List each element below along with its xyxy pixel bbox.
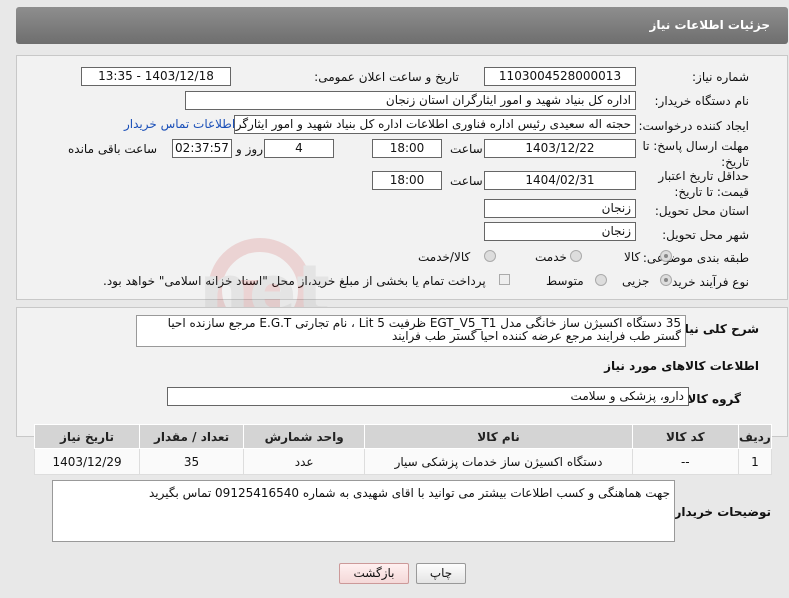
col-item-code: کد کالا <box>631 424 739 449</box>
deadline-label-text: مهلت ارسال پاسخ: تا تاریخ: <box>642 139 749 169</box>
buyer-field: اداره کل بنیاد شهید و امور ایثارگران است… <box>185 91 636 110</box>
validity-label: حداقل تاریخ اعتبار قیمت: تا تاریخ: <box>629 168 749 200</box>
cell-need-date: 1403/12/29 <box>33 448 141 475</box>
province-label: استان محل تحویل: <box>654 204 749 218</box>
remaining-label: ساعت باقی مانده <box>68 142 158 156</box>
city-field: زنجان <box>484 222 636 241</box>
province-field: زنجان <box>484 199 636 218</box>
buyer-notes-field: جهت هماهنگی و کسب اطلاعات بیشتر می توانی… <box>52 480 675 542</box>
need-number-field: 1103004528000013 <box>484 67 636 86</box>
goods-section-title: اطلاعات کالاهای مورد نیاز <box>604 359 759 373</box>
col-unit: واحد شمارش <box>243 424 366 449</box>
creator-label: ایجاد کننده درخواست: <box>638 119 749 133</box>
deadline-date-field: 1403/12/22 <box>484 139 636 158</box>
announce-label: تاریخ و ساعت اعلان عمومی: <box>314 70 459 84</box>
days-field: 4 <box>264 139 334 158</box>
print-button[interactable]: چاپ <box>416 563 466 584</box>
page-header: جزئیات اطلاعات نیاز <box>16 7 788 44</box>
category-radio-goods-service[interactable] <box>484 250 496 262</box>
col-row-number: ردیف <box>737 424 773 449</box>
creator-field: حجته اله سعیدی رئیس اداره فناوری اطلاعات… <box>234 115 636 134</box>
goods-group-label: گروه کالا: <box>682 392 741 406</box>
remaining-time-field: 02:37:57 <box>172 139 232 158</box>
deadline-time-field: 18:00 <box>372 139 442 158</box>
description-text: 35 دستگاه اکسیژن ساز خانگی مدل EGT_V5_T1… <box>167 316 681 343</box>
items-table: ردیف کد کالا نام کالا واحد شمارش تعداد /… <box>33 424 773 475</box>
process-radio-partial[interactable] <box>660 274 672 286</box>
goods-group-field: دارو، پزشکی و سلامت <box>167 387 689 406</box>
buyer-contact-link[interactable]: اطلاعات تماس خریدار <box>124 117 235 131</box>
city-label: شهر محل تحویل: <box>662 228 749 242</box>
category-option-goods-service: کالا/خدمت <box>418 250 471 264</box>
deadline-time-label: ساعت <box>450 142 483 156</box>
process-label: نوع فرآیند خرید : <box>664 275 749 289</box>
back-button[interactable]: بازگشت <box>339 563 409 584</box>
process-option-partial: جزیی <box>622 274 650 288</box>
buyer-notes-label: توضیحات خریدار: <box>669 505 771 519</box>
cell-item-name: دستگاه اکسیژن ساز خدمات پزشکی سیار <box>364 448 633 475</box>
col-need-date: تاریخ نیاز <box>33 424 141 449</box>
col-quantity: تعداد / مقدار <box>139 424 245 449</box>
treasury-payment-checkbox[interactable] <box>499 274 510 285</box>
payment-note: پرداخت تمام یا بخشی از مبلغ خرید،از محل … <box>103 274 486 288</box>
cell-row-number: 1 <box>737 448 773 475</box>
validity-time-label: ساعت <box>450 174 483 188</box>
process-option-medium: متوسط <box>546 274 584 288</box>
category-option-goods: کالا <box>624 250 641 264</box>
need-number-label: شماره نیاز: <box>692 70 749 84</box>
category-label: طبقه بندی موضوعی: <box>642 251 749 265</box>
cell-item-code: -- <box>631 448 739 475</box>
description-field: 35 دستگاه اکسیژن ساز خانگی مدل EGT_V5_T1… <box>136 315 686 347</box>
category-radio-service[interactable] <box>570 250 582 262</box>
category-radio-goods[interactable] <box>660 250 672 262</box>
cell-unit: عدد <box>243 448 366 475</box>
page-title: جزئیات اطلاعات نیاز <box>649 18 770 32</box>
deadline-label: مهلت ارسال پاسخ: تا تاریخ: <box>629 138 749 170</box>
process-radio-medium[interactable] <box>595 274 607 286</box>
col-item-name: نام کالا <box>364 424 633 449</box>
announce-field: 1403/12/18 - 13:35 <box>81 67 231 86</box>
validity-time-field: 18:00 <box>372 171 442 190</box>
buyer-notes-text: جهت هماهنگی و کسب اطلاعات بیشتر می توانی… <box>148 486 670 500</box>
table-row[interactable]: 1 -- دستگاه اکسیژن ساز خدمات پزشکی سیار … <box>33 448 773 475</box>
items-table-header: ردیف کد کالا نام کالا واحد شمارش تعداد /… <box>33 424 773 449</box>
validity-label-text: حداقل تاریخ اعتبار قیمت: تا تاریخ: <box>658 169 749 199</box>
days-label: روز و <box>236 142 263 156</box>
category-option-service: خدمت <box>535 250 567 264</box>
validity-date-field: 1404/02/31 <box>484 171 636 190</box>
buyer-label: نام دستگاه خریدار: <box>654 94 750 108</box>
cell-quantity: 35 <box>139 448 245 475</box>
